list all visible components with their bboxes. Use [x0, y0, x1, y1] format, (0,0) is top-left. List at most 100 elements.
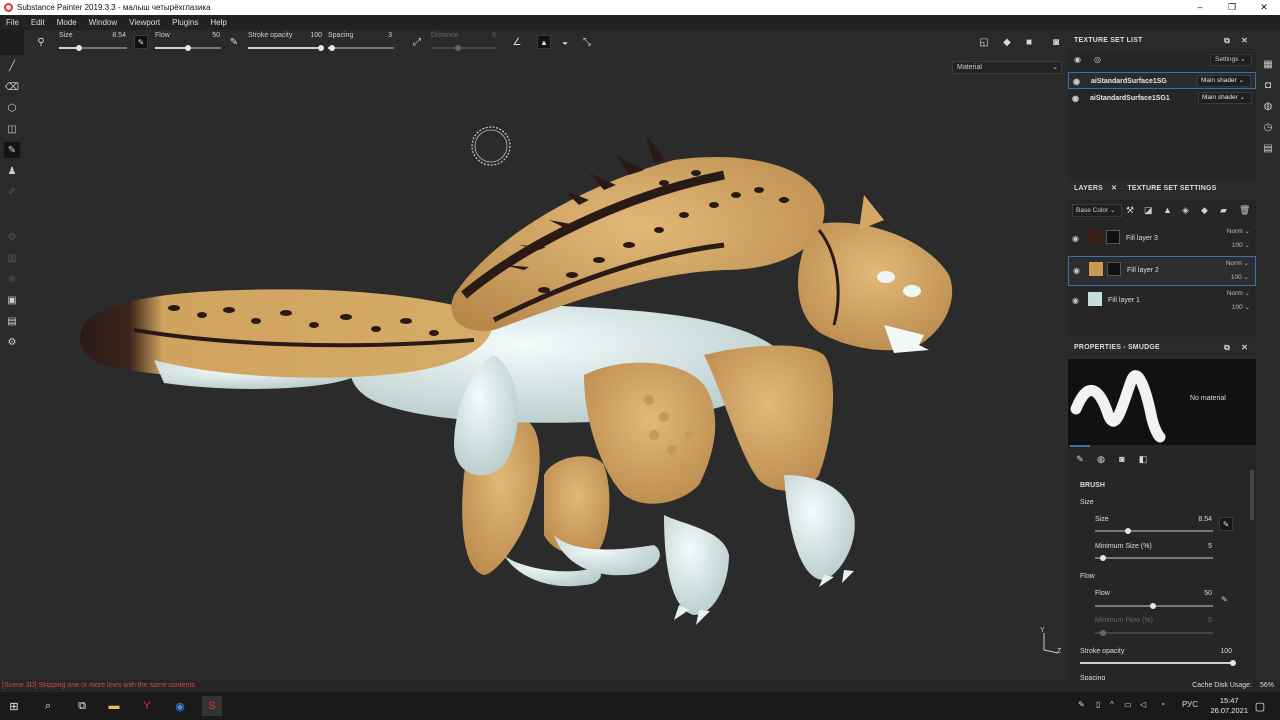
viewport-canvas[interactable]: Material ⌄ Y Z — [24, 55, 1068, 673]
wifi-icon[interactable]: ◔ — [1160, 700, 1165, 709]
eye-icon[interactable]: ◉ — [1072, 296, 1079, 305]
texture-set-row[interactable]: ◉ aiStandardSurface1SG Main shader ⌄ — [1068, 72, 1256, 89]
tab-texture-set-settings[interactable]: TEXTURE SET SETTINGS — [1127, 185, 1216, 192]
tab-stencil[interactable]: ◙ — [1113, 450, 1131, 468]
flow-pen-pressure-icon[interactable]: ✎ — [227, 35, 241, 49]
alignment-icon[interactable]: ⚲ — [34, 35, 48, 49]
task-view-icon[interactable]: ⧉ — [72, 696, 92, 716]
add-layer-icon[interactable]: ◈ — [1182, 205, 1189, 216]
geometry-mask-icon[interactable]: ◫ — [4, 121, 20, 137]
volume-icon[interactable]: ◁ — [1140, 700, 1146, 709]
history-icon[interactable]: ◷ — [1261, 120, 1275, 134]
spacing-slider[interactable] — [328, 47, 394, 49]
add-effect-icon[interactable]: ⚒ — [1126, 205, 1134, 216]
shelf-icon[interactable]: ▦ — [1261, 57, 1275, 71]
shader-select[interactable]: Main shader ⌄ — [1198, 92, 1252, 104]
settings-icon[interactable]: ⚙ — [4, 334, 20, 350]
flow-slider-handle[interactable] — [185, 45, 191, 51]
minimize-button[interactable]: – — [1184, 0, 1216, 15]
symmetry-angle-icon[interactable]: ∠ — [510, 35, 524, 49]
file-explorer-icon[interactable]: ▬ — [104, 696, 124, 716]
eye-icon[interactable]: ◎ — [1094, 55, 1101, 64]
prop-flow-handle[interactable] — [1150, 603, 1156, 609]
layer-opacity[interactable]: 100 ⌄ — [1232, 241, 1250, 249]
prop-size-handle[interactable] — [1125, 528, 1131, 534]
min-size-slider[interactable] — [1095, 557, 1213, 559]
camera-icon[interactable]: ■ — [1022, 35, 1036, 49]
menu-help[interactable]: Help — [204, 18, 232, 27]
yandex-browser-icon[interactable]: Y — [137, 696, 157, 716]
fill-icon[interactable]: ▥ — [4, 250, 20, 266]
view-2d-icon[interactable]: ◱ — [977, 35, 991, 49]
layer-row[interactable]: ◉ Fill layer 3 Norm ⌄ 100 ⌄ — [1068, 225, 1256, 255]
close-panel-icon[interactable]: ✕ — [1241, 337, 1248, 359]
texture-set-settings-button[interactable]: Settings ⌄ — [1210, 54, 1252, 66]
transform-icon[interactable]: ⤡ — [580, 35, 594, 49]
layer-row[interactable]: ◉ Fill layer 1 Norm ⌄ 100 ⌄ — [1068, 287, 1256, 317]
screenshot-icon[interactable]: ◙ — [1049, 35, 1063, 49]
close-button[interactable]: ✕ — [1248, 0, 1280, 15]
brush-mode-icon[interactable]: ◒ — [558, 35, 572, 49]
clock[interactable]: 15:47 26.07.2021 — [1210, 696, 1248, 716]
shader-settings-icon[interactable]: ◍ — [1261, 99, 1275, 113]
delete-layer-icon[interactable]: 🗑 — [1239, 205, 1250, 216]
maximize-button[interactable]: ❐ — [1216, 0, 1248, 15]
tray-chevron-icon[interactable]: ^ — [1110, 700, 1114, 709]
prop-size-slider[interactable] — [1095, 530, 1213, 532]
clone-icon[interactable]: ♟ — [4, 163, 20, 179]
search-icon[interactable]: ⌕ — [38, 696, 58, 716]
paint-brush-icon[interactable]: ╱ — [4, 58, 20, 74]
tab-material[interactable]: ◧ — [1134, 450, 1152, 468]
texture-set-row[interactable]: ◉ aiStandardSurface1SG1 Main shader ⌄ — [1068, 90, 1256, 107]
menu-plugins[interactable]: Plugins — [166, 18, 204, 27]
flow-pressure-icon[interactable]: ✎ — [1221, 595, 1228, 604]
blend-mode-select[interactable]: Norm ⌄ — [1227, 227, 1250, 235]
close-tab-icon[interactable]: ✕ — [1111, 185, 1117, 192]
add-mask-icon[interactable]: ◪ — [1144, 205, 1153, 216]
eye-icon[interactable]: ◉ — [1072, 234, 1079, 243]
symmetry-button[interactable]: ▲ — [537, 35, 551, 49]
close-panel-icon[interactable]: ✕ — [1241, 30, 1248, 52]
tab-alpha[interactable]: ◍ — [1092, 450, 1110, 468]
viewport[interactable]: Material ⌄ Y Z — [24, 55, 1068, 680]
spacing-slider-handle[interactable] — [329, 45, 335, 51]
lazy-mouse-icon[interactable]: ⤢ — [410, 35, 424, 49]
undock-icon[interactable]: ⧉ — [1224, 337, 1230, 359]
app-icon[interactable]: ◉ — [170, 696, 190, 716]
layer-mask-thumbnail[interactable] — [1106, 230, 1120, 244]
substance-painter-taskbar-icon[interactable]: S — [202, 696, 222, 716]
eraser-icon[interactable]: ⌫ — [4, 79, 20, 95]
bake-icon[interactable]: ⚙ — [4, 229, 20, 245]
prop-flow-value[interactable]: 50 — [1182, 590, 1212, 597]
properties-scrollbar[interactable] — [1250, 470, 1254, 520]
display-settings-icon[interactable]: ◘ — [1261, 78, 1275, 92]
min-size-value[interactable]: 5 — [1182, 543, 1212, 550]
stroke-opacity-value[interactable]: 100 — [292, 32, 322, 39]
visibility-toggle-icon[interactable]: ◉ — [1074, 55, 1081, 64]
color-picker-icon[interactable]: ✐ — [4, 184, 20, 200]
menu-window[interactable]: Window — [83, 18, 123, 27]
eye-icon[interactable]: ◉ — [1072, 90, 1079, 107]
projection-icon[interactable]: ⬡ — [4, 100, 20, 116]
usb-icon[interactable]: ▯ — [1096, 700, 1100, 709]
language-indicator[interactable]: РУС — [1182, 700, 1198, 709]
eye-icon[interactable]: ◉ — [1073, 73, 1080, 90]
windows-start-icon[interactable]: ⊞ — [4, 696, 24, 716]
prop-stroke-opacity-slider[interactable] — [1080, 662, 1234, 664]
export-icon[interactable]: ▤ — [4, 313, 20, 329]
channel-select[interactable]: Base Color ⌄ — [1072, 204, 1122, 217]
prop-size-value[interactable]: 8.54 — [1182, 516, 1212, 523]
menu-mode[interactable]: Mode — [51, 18, 83, 27]
layer-row[interactable]: ◉ Fill layer 2 Norm ⌄ 100 ⌄ — [1068, 256, 1256, 286]
photoshop-export-icon[interactable]: ▣ — [4, 292, 20, 308]
spacing-value[interactable]: 3 — [362, 32, 392, 39]
network-icon[interactable]: ▭ — [1124, 700, 1132, 709]
size-slider-handle[interactable] — [76, 45, 82, 51]
menu-edit[interactable]: Edit — [25, 18, 51, 27]
stroke-opacity-slider-handle[interactable] — [318, 45, 324, 51]
view-3d-icon[interactable]: ◆ — [1000, 35, 1014, 49]
tab-brush[interactable]: ✎ — [1071, 450, 1089, 468]
size-pen-pressure-button[interactable]: ✎ — [134, 35, 148, 49]
particle-icon[interactable]: ⊛ — [4, 271, 20, 287]
blend-mode-select[interactable]: Norm ⌄ — [1226, 259, 1249, 267]
